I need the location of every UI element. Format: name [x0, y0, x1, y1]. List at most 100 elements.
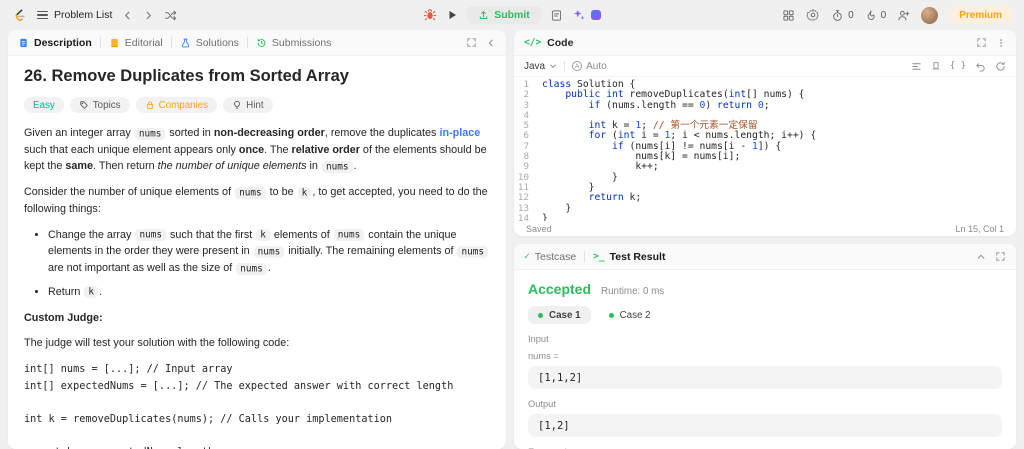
result-content: Accepted Runtime: 0 ms Case 1 Case 2 Inp… [514, 270, 1016, 449]
undo-icon[interactable] [975, 61, 986, 72]
notes-icon[interactable] [550, 9, 563, 22]
input-section-label: Input [528, 334, 549, 344]
submit-label: Submit [494, 9, 530, 21]
editor-toolbar-actions: { } [911, 61, 1006, 72]
problem-panel: Description Editorial Solutions Submissi… [8, 30, 506, 449]
bookmark-icon[interactable] [931, 61, 941, 71]
auto-icon: A [572, 61, 583, 71]
menu-icon [37, 10, 48, 20]
auto-label: Auto [586, 60, 607, 72]
text-segment: k [256, 229, 270, 242]
format-icon[interactable] [911, 61, 922, 72]
shuffle-icon[interactable] [164, 9, 177, 22]
text-segment: ) [705, 99, 718, 111]
problem-content: 26. Remove Duplicates from Sorted Array … [8, 56, 506, 449]
text-segment: (nums.length == [600, 99, 700, 111]
code-icon: </> [524, 37, 542, 48]
timer-count: 0 [848, 9, 854, 21]
leetcode-logo[interactable] [12, 8, 27, 23]
auto-toggle[interactable]: A Auto [572, 61, 607, 72]
problem-paragraph: Given an integer array nums sorted in no… [24, 125, 490, 175]
text-segment: . [353, 160, 357, 173]
text-segment: are not important as well as the size of [48, 262, 236, 275]
case-2-tab[interactable]: Case 2 [599, 306, 661, 324]
text-segment: initially. The remaining elements of [285, 245, 457, 258]
language-select[interactable]: Java [524, 61, 557, 72]
tab-test-result[interactable]: >_ Test Result [593, 251, 665, 263]
case-status-dot [608, 312, 614, 318]
text-segment: } [542, 212, 548, 221]
settings-gear-icon[interactable] [806, 8, 820, 22]
next-problem-button[interactable] [143, 10, 154, 21]
premium-button[interactable]: Premium [949, 6, 1012, 24]
avatar[interactable] [921, 6, 939, 24]
text-segment: nums [457, 245, 489, 258]
input-value-box[interactable]: [1,1,2] [528, 366, 1002, 389]
saved-status: Saved [526, 223, 552, 234]
judge-code-block: int[] nums = [...]; // Input array int[]… [24, 364, 454, 449]
text-segment: nums [134, 127, 166, 140]
braces-icon[interactable]: { } [950, 61, 966, 71]
tab-label: Testcase [534, 250, 577, 263]
submit-button[interactable]: Submit [467, 6, 541, 24]
expand-icon[interactable] [995, 251, 1006, 262]
code-editor[interactable]: 1 class Solution { 2 public int removeDup… [514, 77, 1016, 221]
chevron-up-icon[interactable] [976, 252, 986, 262]
lock-icon [146, 101, 153, 109]
prev-problem-button[interactable] [122, 10, 133, 21]
expand-icon[interactable] [466, 37, 477, 48]
tab-testcase[interactable]: ✓ Testcase [524, 251, 576, 263]
language-label: Java [524, 60, 546, 72]
case-status-dot [538, 312, 543, 318]
solutions-flask-icon [181, 38, 189, 47]
add-user-icon[interactable] [897, 9, 910, 22]
code-panel: </> Code Java A Auto {} 1 class Solutio… [514, 30, 1016, 236]
timer-icon[interactable] [831, 9, 844, 22]
expand-icon[interactable] [976, 37, 987, 48]
problem-list-link[interactable]: Problem List [37, 9, 112, 21]
companies-label: Companies [158, 99, 209, 111]
text-segment: nums [235, 186, 266, 199]
reset-icon[interactable] [995, 61, 1006, 72]
hint-badge[interactable]: Hint [223, 97, 273, 113]
debug-icon[interactable] [423, 8, 437, 22]
text-segment: to be [266, 186, 297, 199]
companies-badge[interactable]: Companies [135, 97, 218, 113]
difficulty-badge[interactable]: Easy [24, 97, 64, 113]
case-1-tab[interactable]: Case 1 [528, 306, 591, 324]
text-segment: relative order [291, 143, 360, 156]
tab-submissions[interactable]: Submissions [256, 37, 331, 49]
tab-solutions[interactable]: Solutions [180, 37, 239, 49]
output-value-box[interactable]: [1,2] [528, 414, 1002, 437]
case-tabs: Case 1 Case 2 [528, 306, 1002, 324]
tab-description[interactable]: Description [18, 37, 92, 49]
code-line[interactable]: 12 return k; [514, 192, 1016, 204]
editor-toolbar: Java A Auto { } [514, 56, 1016, 77]
check-icon: ✓ [524, 251, 530, 262]
code-line[interactable]: 13 } [514, 203, 1016, 214]
status-accepted: Accepted [528, 281, 592, 297]
streak-flame-icon[interactable] [865, 9, 877, 22]
tab-label: Test Result [609, 250, 666, 263]
run-button[interactable] [446, 9, 458, 21]
collapse-left-icon[interactable] [486, 38, 496, 48]
text-segment: nums [253, 245, 285, 258]
code-line[interactable]: 14} [514, 212, 1016, 221]
text-segment: k [297, 186, 312, 199]
ai-sparkle-icon[interactable] [572, 8, 586, 22]
divider [170, 37, 172, 48]
line-number: 14 [517, 212, 529, 221]
text-segment: such that each unique element appears on… [24, 143, 239, 156]
top-bar: Problem List Submit 0 0 Premium [0, 0, 1024, 30]
layout-grid-icon[interactable] [782, 9, 795, 22]
text-segment: same [65, 160, 94, 173]
text-segment: return [588, 192, 624, 204]
tab-editorial[interactable]: Editorial [109, 37, 163, 49]
topics-badge[interactable]: Topics [69, 97, 130, 113]
text-segment: sorted in [166, 127, 214, 139]
text-segment: Return [48, 285, 84, 298]
more-dots-icon[interactable] [996, 38, 1006, 48]
right-column: </> Code Java A Auto {} 1 class Solutio… [514, 30, 1016, 449]
code-line[interactable]: 3 if (nums.length == 0) return 0; [514, 99, 1016, 111]
ai-badge-icon[interactable] [590, 10, 601, 20]
